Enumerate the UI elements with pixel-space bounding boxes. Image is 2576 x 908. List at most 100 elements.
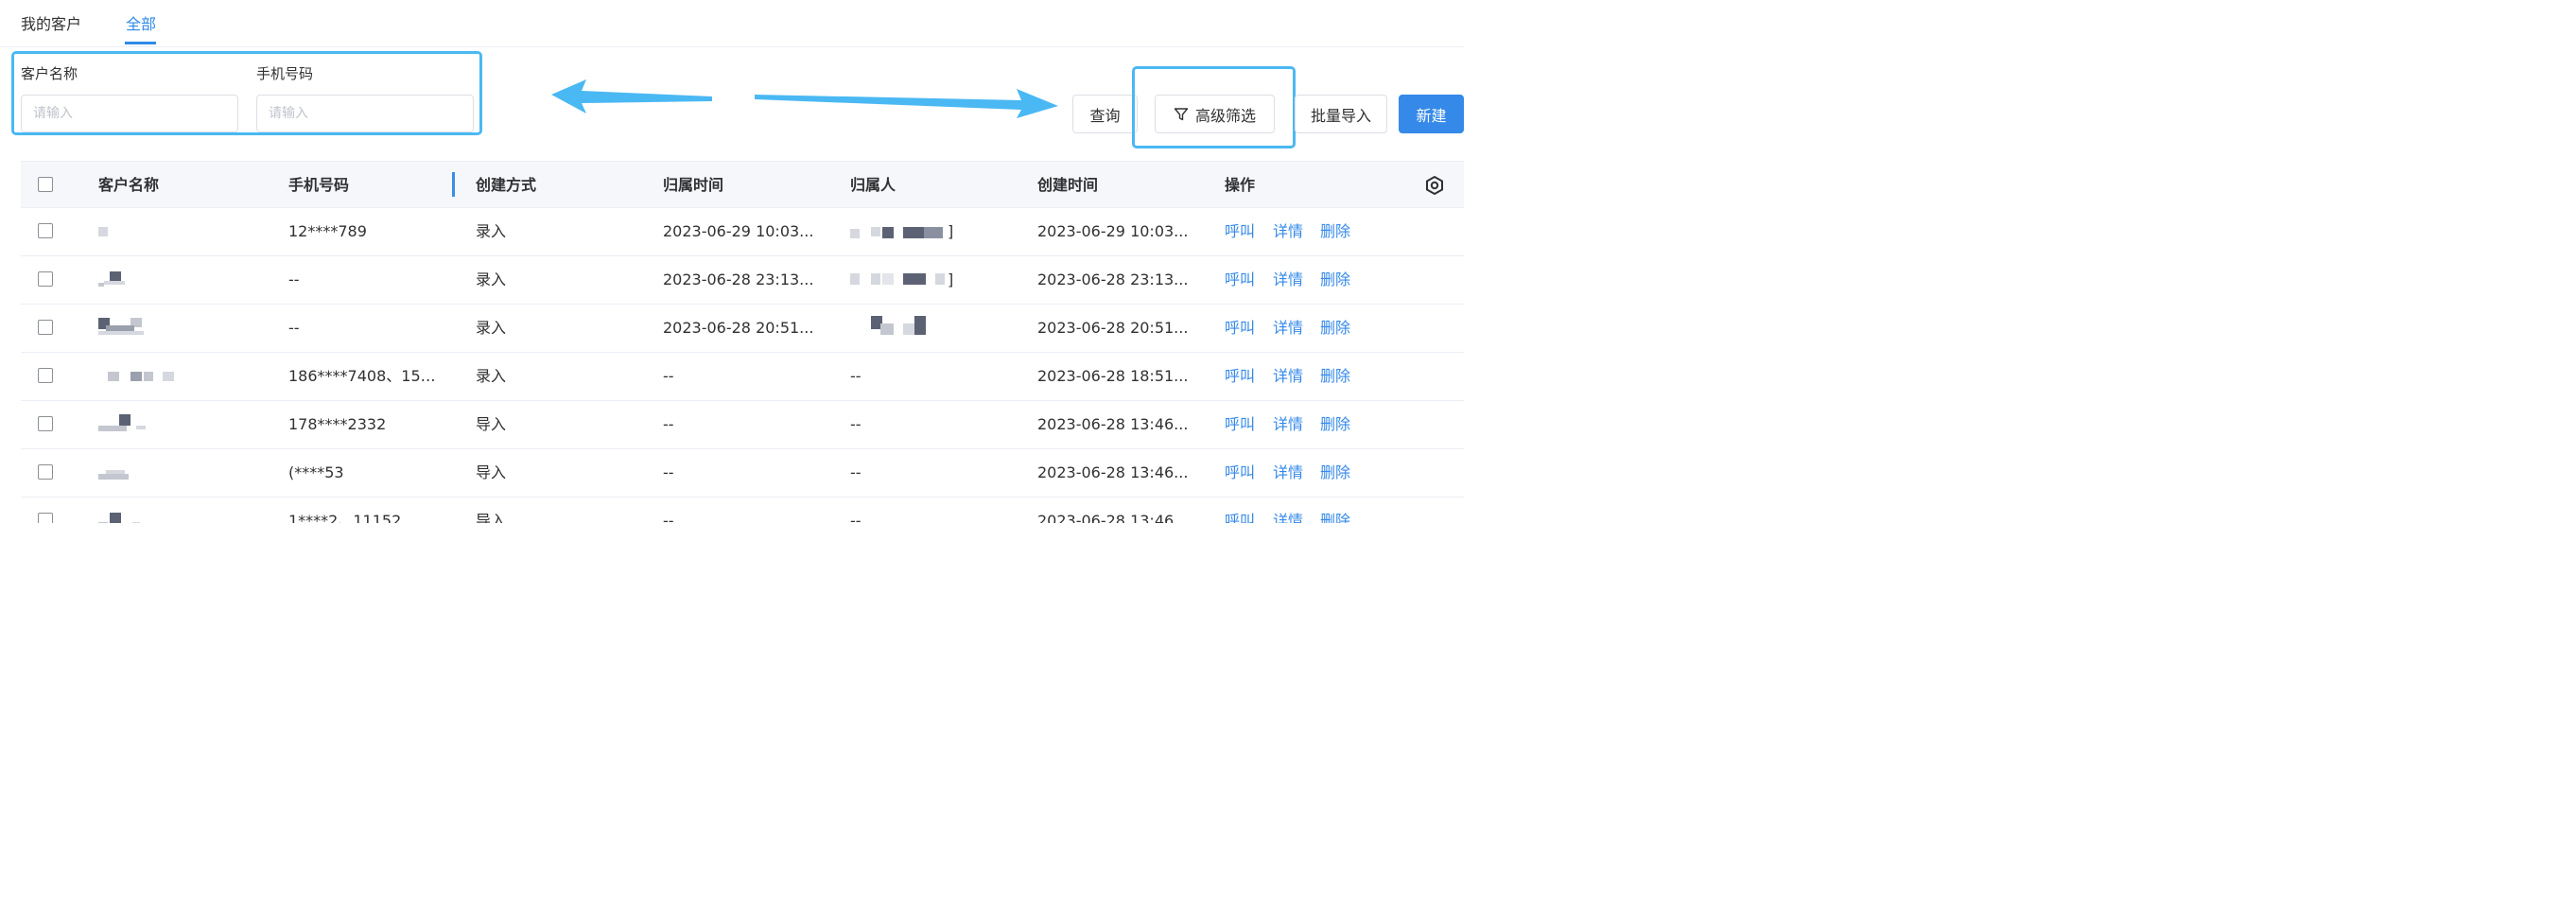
- cell-phone: --: [288, 271, 300, 288]
- redaction-pixel: [850, 229, 860, 238]
- header-assigned-time: 归属时间: [663, 176, 724, 194]
- customer-name-label: 客户名称: [21, 65, 78, 82]
- cell-assigned-time: 2023-06-29 10:03...: [663, 222, 814, 240]
- detail-link[interactable]: 详情: [1273, 366, 1303, 387]
- delete-link[interactable]: 删除: [1320, 221, 1350, 242]
- header-creation-method: 创建方式: [476, 176, 537, 194]
- cell-owner: --: [850, 463, 862, 481]
- row-checkbox[interactable]: [38, 223, 53, 238]
- cell-created-time: 2023-06-28 13:46...: [1037, 512, 1189, 523]
- cell-phone: 186****7408、153...: [288, 367, 440, 385]
- redaction-pixel: [132, 522, 140, 523]
- delete-link[interactable]: 删除: [1320, 511, 1350, 523]
- cell-creation-method: 导入: [476, 415, 507, 433]
- table-row: 178****2332 导入 -- 2023-06-28 13:46... -- 呼叫 详情…: [21, 401, 1464, 449]
- redaction-pixel: [110, 271, 121, 281]
- row-checkbox[interactable]: [38, 320, 53, 335]
- query-button[interactable]: 查询: [1072, 95, 1138, 133]
- cell-assigned-time: --: [663, 415, 674, 433]
- cell-assigned-time: --: [663, 463, 674, 481]
- detail-link[interactable]: 详情: [1273, 270, 1303, 290]
- redaction-pixel: [882, 273, 894, 285]
- cell-created-time: 2023-06-28 18:51...: [1037, 367, 1189, 385]
- header-owner: 归属人: [850, 176, 896, 194]
- cell-owner: --: [850, 367, 862, 385]
- call-link[interactable]: 呼叫: [1225, 270, 1255, 290]
- cell-phone: 1****2、11152: [288, 512, 402, 523]
- batch-import-button[interactable]: 批量导入: [1295, 95, 1387, 133]
- phone-input[interactable]: [256, 95, 474, 132]
- delete-link[interactable]: 删除: [1320, 463, 1350, 483]
- right-arrow-shape: [755, 89, 1058, 118]
- cell-assigned-time: 2023-06-28 23:13...: [663, 271, 814, 288]
- cell-owner: --: [850, 512, 862, 523]
- redaction-pixel: [924, 227, 943, 238]
- table-row: -- 录入 2023-06-28 20:51... 2023-06-28 20:51.…: [21, 305, 1464, 353]
- customer-name-input[interactable]: [21, 95, 238, 132]
- advanced-filter-label: 高级筛选: [1194, 106, 1256, 125]
- redaction-pixel: [131, 372, 142, 381]
- cell-assigned-time: 2023-06-28 20:51...: [663, 319, 814, 337]
- redaction-pixel: [98, 474, 129, 480]
- detail-link[interactable]: 详情: [1273, 511, 1303, 523]
- owner-name-suffix: ]: [948, 271, 954, 288]
- detail-link[interactable]: 详情: [1273, 318, 1303, 339]
- call-link[interactable]: 呼叫: [1225, 414, 1255, 435]
- delete-link[interactable]: 删除: [1320, 270, 1350, 290]
- row-checkbox[interactable]: [38, 271, 53, 287]
- cell-phone: 12****789: [288, 222, 367, 240]
- cell-assigned-time: --: [663, 512, 674, 523]
- cell-created-time: 2023-06-28 13:46...: [1037, 415, 1189, 433]
- redaction-pixel: [144, 372, 153, 381]
- delete-link[interactable]: 删除: [1320, 414, 1350, 435]
- cell-creation-method: 录入: [476, 271, 507, 288]
- redaction-pixel: [903, 323, 914, 335]
- tab-all[interactable]: 全部: [126, 14, 156, 35]
- delete-link[interactable]: 删除: [1320, 318, 1350, 339]
- row-checkbox[interactable]: [38, 464, 53, 480]
- detail-link[interactable]: 详情: [1273, 463, 1303, 483]
- cell-creation-method: 导入: [476, 463, 507, 481]
- redaction-pixel: [98, 522, 108, 523]
- cell-created-time: 2023-06-28 20:51...: [1037, 319, 1189, 337]
- redaction-pixel: [903, 227, 924, 238]
- cell-created-time: 2023-06-28 23:13...: [1037, 271, 1189, 288]
- table-row: (****53 导入 -- 2023-06-28 13:46... -- 呼叫 详情 删除: [21, 449, 1464, 498]
- tab-my-customers[interactable]: 我的客户: [21, 14, 81, 35]
- settings-hexagon-icon[interactable]: [1424, 175, 1445, 196]
- call-link[interactable]: 呼叫: [1225, 463, 1255, 483]
- redaction-pixel: [98, 227, 108, 236]
- call-link[interactable]: 呼叫: [1225, 318, 1255, 339]
- call-link[interactable]: 呼叫: [1225, 366, 1255, 387]
- cell-phone: 178****2332: [288, 415, 387, 433]
- table-row: 12****789 录入 2023-06-29 10:03... 2023-06-29…: [21, 208, 1464, 256]
- redaction-pixel: [119, 414, 131, 426]
- redaction-pixel: [903, 273, 926, 285]
- create-button-label: 新建: [1416, 106, 1447, 125]
- table-row: 186****7408、153... 录入 -- 2023-06-28 18:51..…: [21, 353, 1464, 401]
- advanced-filter-button[interactable]: 高级筛选: [1155, 95, 1275, 133]
- redaction-pixel: [110, 513, 121, 523]
- phone-label: 手机号码: [256, 65, 314, 82]
- create-button[interactable]: 新建: [1399, 95, 1464, 133]
- detail-link[interactable]: 详情: [1273, 414, 1303, 435]
- redaction-pixel: [935, 273, 945, 285]
- header-customer-name: 客户名称: [98, 176, 160, 194]
- select-all-checkbox[interactable]: [38, 177, 53, 192]
- row-checkbox[interactable]: [38, 416, 53, 431]
- cell-phone: --: [288, 319, 300, 337]
- redaction-pixel: [108, 372, 119, 381]
- owner-name-suffix: ]: [948, 222, 954, 240]
- cell-owner: --: [850, 415, 862, 433]
- redaction-pixel: [98, 426, 127, 431]
- detail-link[interactable]: 详情: [1273, 221, 1303, 242]
- redaction-pixel: [850, 273, 860, 285]
- left-arrow-shape: [551, 79, 712, 114]
- call-link[interactable]: 呼叫: [1225, 511, 1255, 523]
- row-checkbox[interactable]: [38, 513, 53, 523]
- delete-link[interactable]: 删除: [1320, 366, 1350, 387]
- cell-assigned-time: --: [663, 367, 674, 385]
- call-link[interactable]: 呼叫: [1225, 221, 1255, 242]
- row-checkbox[interactable]: [38, 368, 53, 383]
- column-resize-handle[interactable]: [452, 172, 455, 197]
